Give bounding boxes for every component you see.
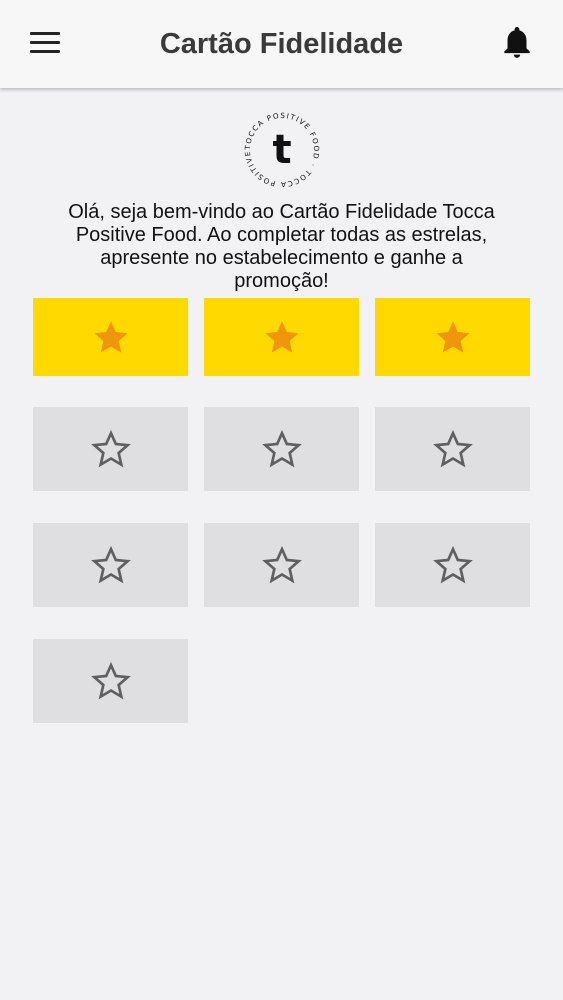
tocca-logo: TOCCA POSITIVE FOOD · TOCCA POSITIVE FOO… bbox=[237, 102, 323, 191]
stamp-card-empty[interactable] bbox=[33, 523, 188, 607]
star-outline-icon bbox=[432, 429, 473, 468]
welcome-message: Olá, seja bem-vindo ao Cartão Fidelidade… bbox=[30, 201, 533, 293]
page-title: Cartão Fidelidade bbox=[159, 28, 404, 60]
star-outline-icon bbox=[261, 545, 302, 584]
welcome-line: Positive Food. Ao completar todas as est… bbox=[75, 224, 488, 246]
stamp-card-empty[interactable] bbox=[375, 407, 530, 491]
welcome-line: apresente no estabelecimento e ganhe a bbox=[100, 247, 463, 269]
stamp-card-filled[interactable] bbox=[375, 298, 530, 376]
stamp-card-empty[interactable] bbox=[33, 407, 188, 491]
star-outline-icon bbox=[90, 545, 131, 584]
welcome-line: Olá, seja bem-vindo ao Cartão Fidelidade… bbox=[68, 201, 495, 223]
star-outline-icon bbox=[90, 661, 131, 700]
stamp-card-empty[interactable] bbox=[204, 407, 359, 491]
notifications-button[interactable] bbox=[498, 22, 536, 62]
star-outline-icon bbox=[432, 545, 473, 584]
menu-icon-line bbox=[30, 49, 60, 53]
stamp-card-empty[interactable] bbox=[33, 639, 188, 723]
bell-icon bbox=[504, 26, 530, 58]
star-filled-icon bbox=[93, 321, 128, 353]
logo-letter: t bbox=[272, 127, 291, 173]
menu-button[interactable] bbox=[30, 24, 70, 60]
star-filled-icon bbox=[264, 321, 299, 353]
star-outline-icon bbox=[90, 429, 131, 468]
stamp-card-empty[interactable] bbox=[204, 523, 359, 607]
stamp-card-empty[interactable] bbox=[375, 523, 530, 607]
menu-icon bbox=[30, 31, 60, 35]
welcome-line: promoção! bbox=[234, 270, 329, 292]
menu-icon-line bbox=[30, 40, 60, 44]
star-filled-icon bbox=[435, 321, 470, 353]
stamp-card-filled[interactable] bbox=[33, 298, 188, 376]
app-bar: Cartão Fidelidade bbox=[0, 0, 563, 88]
stamp-card-filled[interactable] bbox=[204, 298, 359, 376]
star-outline-icon bbox=[261, 429, 302, 468]
